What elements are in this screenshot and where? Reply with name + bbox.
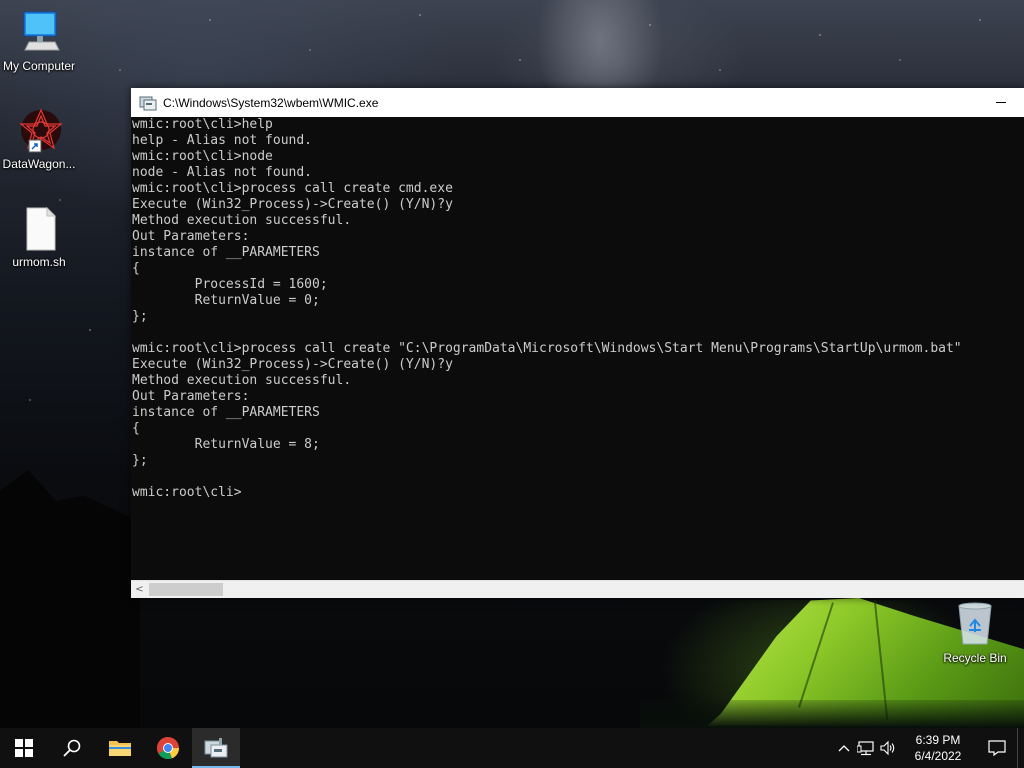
console-line: help - Alias not found. (132, 133, 313, 148)
console-line: wmic:root\cli> (132, 485, 242, 500)
console-line: Method execution successful. (132, 373, 352, 388)
taskbar-clock[interactable]: 6:39 PM 6/4/2022 (899, 732, 977, 764)
clock-date: 6/4/2022 (914, 749, 962, 763)
desktop-icon-my-computer[interactable]: My Computer (0, 8, 78, 73)
desktop-icon-label: DataWagon... (2, 157, 76, 171)
console-line: Method execution successful. (132, 213, 352, 228)
scroll-left-arrow-icon[interactable]: < (131, 581, 148, 598)
desktop-icon-label: urmom.sh (12, 255, 66, 269)
console-line: ReturnValue = 8; (132, 437, 320, 452)
network-button[interactable] (855, 728, 877, 768)
desktop-icon-label: My Computer (2, 59, 76, 73)
windows-logo-icon (15, 739, 33, 757)
wallpaper-grass (640, 700, 1024, 728)
console-line: }; (132, 453, 148, 468)
network-icon (857, 741, 874, 756)
chrome-button[interactable] (144, 728, 192, 768)
window-title: C:\Windows\System32\wbem\WMIC.exe (163, 95, 379, 110)
desktop-icon-label: Recycle Bin (943, 651, 1007, 665)
console-line: }; (132, 309, 148, 324)
console-line: { (132, 421, 140, 436)
console-line: ProcessId = 1600; (132, 277, 328, 292)
speaker-icon (880, 740, 895, 756)
desktop-icon-urmom-sh[interactable]: urmom.sh (0, 204, 78, 269)
console-line: Execute (Win32_Process)->Create() (Y/N)?… (132, 197, 453, 212)
horizontal-scrollbar[interactable]: < (131, 580, 1024, 598)
wmic-taskbar-button[interactable] (192, 728, 240, 768)
desktop-icon-recycle-bin[interactable]: Recycle Bin (936, 600, 1014, 665)
show-desktop-button[interactable] (1017, 728, 1024, 768)
wmic-app-icon (139, 95, 157, 111)
desktop-icon-datawagon[interactable]: DataWagon... (0, 106, 78, 171)
chrome-icon (157, 737, 180, 760)
folder-icon (109, 741, 131, 756)
start-button[interactable] (0, 728, 48, 768)
clock-time: 6:39 PM (915, 733, 961, 747)
console-line: wmic:root\cli>process call create cmd.ex… (132, 181, 453, 196)
console-line: wmic:root\cli>help (132, 117, 273, 132)
window-titlebar[interactable]: C:\Windows\System32\wbem\WMIC.exe (131, 88, 1024, 117)
console-line: { (132, 261, 140, 276)
monitor-icon (15, 8, 63, 56)
console-output[interactable]: wmic:root\cli>help help - Alias not found… (131, 117, 1024, 580)
system-tray: 6:39 PM 6/4/2022 (833, 728, 1024, 768)
file-explorer-button[interactable] (96, 728, 144, 768)
action-center-button[interactable] (977, 728, 1017, 768)
datawagon-shortcut-icon (15, 106, 63, 154)
console-line: Out Parameters: (132, 389, 250, 404)
scrollbar-thumb[interactable] (149, 583, 223, 596)
minimize-button[interactable] (978, 88, 1024, 117)
notification-icon (988, 740, 1006, 756)
show-hidden-icons-button[interactable] (833, 728, 855, 768)
file-icon (15, 204, 63, 252)
taskbar: 6:39 PM 6/4/2022 (0, 728, 1024, 768)
console-line: Execute (Win32_Process)->Create() (Y/N)?… (132, 357, 453, 372)
recycle-bin-icon (951, 600, 999, 648)
console-line: instance of __PARAMETERS (132, 405, 320, 420)
console-line: wmic:root\cli>node (132, 149, 273, 164)
console-line: wmic:root\cli>process call create "C:\Pr… (132, 341, 962, 356)
search-icon (63, 739, 81, 757)
chevron-up-icon (838, 745, 850, 752)
wmic-app-icon (204, 738, 228, 758)
console-line: node - Alias not found. (132, 165, 313, 180)
search-button[interactable] (48, 728, 96, 768)
wmic-window[interactable]: C:\Windows\System32\wbem\WMIC.exe wmic:r… (131, 88, 1024, 598)
volume-button[interactable] (877, 728, 899, 768)
minimize-icon (996, 102, 1006, 103)
console-line: instance of __PARAMETERS (132, 245, 320, 260)
console-line: Out Parameters: (132, 229, 250, 244)
console-line: ReturnValue = 0; (132, 293, 320, 308)
